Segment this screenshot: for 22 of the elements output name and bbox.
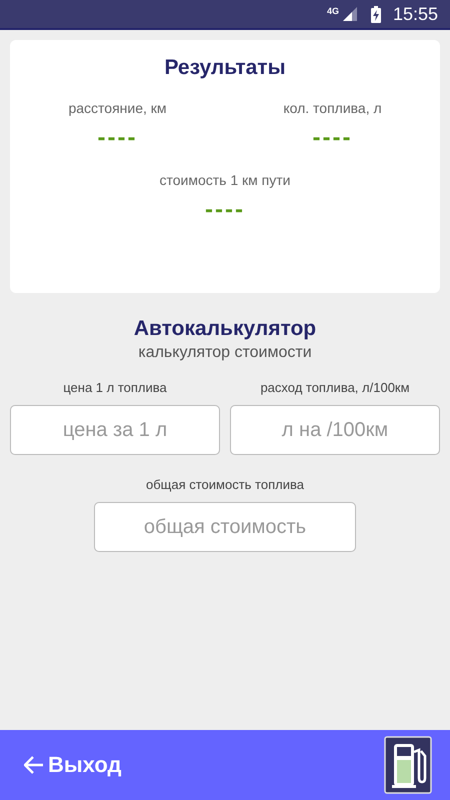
battery-icon bbox=[370, 6, 381, 22]
back-arrow-icon bbox=[24, 756, 44, 774]
field-label: расход топлива, л/100км bbox=[260, 380, 410, 395]
signal-icon bbox=[342, 7, 357, 21]
field-label: общая стоимость топлива bbox=[146, 477, 304, 492]
result-label: стоимость 1 км пути bbox=[158, 172, 292, 188]
result-label: кол. топлива, л bbox=[282, 100, 383, 116]
app-subtitle: калькулятор стоимости bbox=[137, 344, 313, 362]
input-field[interactable]: общая стоимость bbox=[94, 502, 356, 552]
result-value: ---- bbox=[204, 196, 246, 224]
input-field[interactable]: цена за 1 л bbox=[10, 405, 220, 455]
fuel-pump-icon[interactable] bbox=[384, 736, 432, 794]
result-value: ---- bbox=[312, 124, 354, 152]
result-label: расстояние, км bbox=[67, 100, 168, 116]
input-field[interactable]: л на /100км bbox=[230, 405, 440, 455]
field-label: цена 1 л топлива bbox=[63, 380, 167, 395]
app-title: Автокалькулятор bbox=[132, 317, 318, 341]
exit-button[interactable]: Выход bbox=[24, 752, 122, 778]
network-type: 4G bbox=[326, 6, 339, 16]
result-value: ---- bbox=[96, 124, 138, 152]
clock: 15:55 bbox=[392, 4, 438, 24]
results-title: Результаты bbox=[163, 56, 287, 80]
